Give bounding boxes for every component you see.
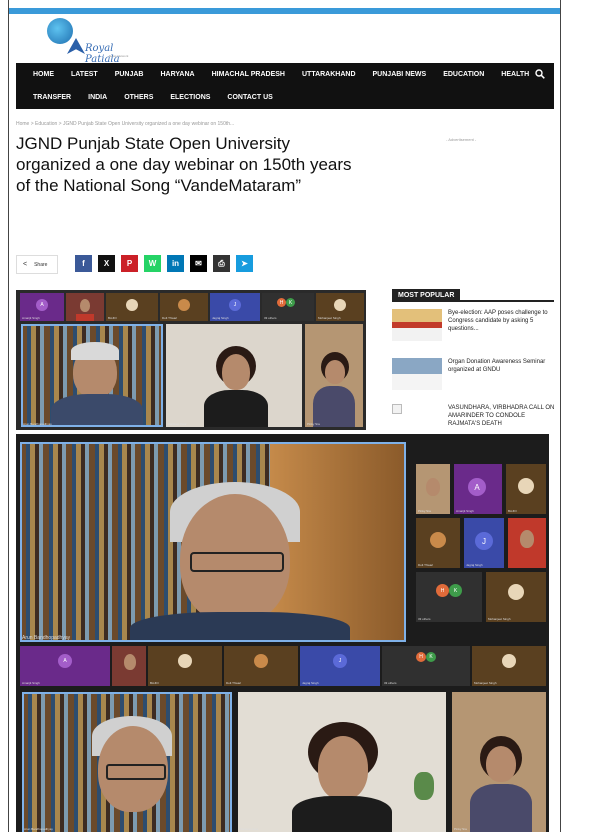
popular-item[interactable]: Organ Donation Awareness Seminar organiz… (392, 358, 554, 396)
telegram-icon[interactable]: ➤ (236, 255, 253, 272)
nav-item-punjabi-news[interactable]: PUNJABI NEWS (373, 71, 427, 78)
advertisement-label: - Advertisement - (446, 137, 477, 142)
participant-tile: H K 33 others (382, 646, 470, 686)
nav-item-health[interactable]: HEALTH (501, 71, 529, 78)
article-image-2: Arun Bandhopadhyay Pinky Sra A Amarjit S… (16, 434, 549, 832)
participant-tile: H K 33 others (416, 572, 482, 622)
participant-tile: J Jagraj Singh (300, 646, 380, 686)
x-icon[interactable]: X (98, 255, 115, 272)
nav-item-education[interactable]: EDUCATION (443, 71, 484, 78)
participant-tile: Pinky Sra (305, 324, 363, 427)
most-popular-heading: MOST POPULAR (392, 284, 554, 302)
participant-tile: Mohanjeet Singh (472, 646, 546, 686)
participant-tile: H K 33 others (262, 293, 314, 321)
participant-tile: Pinky Sra (416, 464, 450, 514)
share-label: Share (34, 261, 48, 268)
main-navigation: HOME LATEST PUNJAB HARYANA HIMACHAL PRADESH U… (16, 63, 554, 109)
participant-tile: Dolt Thwari (416, 518, 460, 568)
page-frame: Royal Patiala News Network HOME LATEST PUN… (8, 0, 561, 832)
participant-tile: Pardeep Kaur (238, 692, 446, 832)
nav-item-transfer[interactable]: TRANSFER (33, 94, 71, 101)
nav-item-uttarakhand[interactable]: UTTARAKHAND (302, 71, 356, 78)
participant-tile (66, 293, 104, 321)
breadcrumb[interactable]: Home > Education > JGND Punjab State Ope… (16, 121, 234, 127)
participant-tile: Dolt Thwari (224, 646, 298, 686)
nav-item-haryana[interactable]: HARYANA (161, 71, 195, 78)
linkedin-icon[interactable]: in (167, 255, 184, 272)
participant-tile: Dolt Thwari (160, 293, 208, 321)
participant-tile: A Amarjit Singh (20, 646, 110, 686)
nav-item-elections[interactable]: ELECTIONS (170, 94, 210, 101)
nav-item-home[interactable]: HOME (33, 71, 54, 78)
popular-thumb-image[interactable] (392, 358, 442, 390)
logo-bird-icon (67, 38, 85, 54)
search-icon[interactable] (535, 69, 545, 79)
participant-tile: BAJIO (506, 464, 546, 514)
email-icon[interactable]: ✉ (190, 255, 207, 272)
participant-tile: Mohanjeet Singh (486, 572, 546, 622)
participant-tile: BAJIO (148, 646, 222, 686)
nav-row-primary: HOME LATEST PUNJAB HARYANA HIMACHAL PRADESH U… (16, 63, 529, 86)
nav-item-latest[interactable]: LATEST (71, 71, 98, 78)
logo-tagline: News Network (109, 54, 129, 58)
popular-item[interactable]: Bye-election: AAP poses challenge to Con… (392, 309, 554, 347)
share-icon: < (23, 261, 28, 268)
participant-tile (508, 518, 546, 568)
popular-thumb-image[interactable] (392, 404, 402, 414)
article-title: JGND Punjab State Open University organi… (16, 134, 352, 195)
article-image-1: A Amarjit Singh BAJIO Dolt Thwari J Jagr… (16, 290, 366, 430)
site-logo[interactable]: Royal Patiala News Network (39, 18, 149, 65)
facebook-icon[interactable]: f (75, 255, 92, 272)
popular-item-link[interactable]: Bye-election: AAP poses challenge to Con… (448, 309, 556, 333)
participant-tile: BAJIO (106, 293, 158, 321)
nav-row-secondary: TRANSFER INDIA OTHERS ELECTIONS CONTACT US (16, 86, 273, 109)
nav-item-india[interactable]: INDIA (88, 94, 107, 101)
popular-item-link[interactable]: Organ Donation Awareness Seminar organiz… (448, 358, 556, 374)
participant-tile: J Jagraj Singh (464, 518, 504, 568)
pinterest-icon[interactable]: P (121, 255, 138, 272)
nav-item-himachal-pradesh[interactable]: HIMACHAL PRADESH (212, 71, 285, 78)
popular-item-link[interactable]: VASUNDHARA, VIRBHADRA CALL ON AMARINDER … (448, 404, 556, 428)
share-button[interactable]: < Share (16, 255, 58, 274)
popular-thumb-image[interactable] (392, 309, 442, 341)
participant-tile: J Jagraj Singh (210, 293, 260, 321)
participant-tile: A Amarjit Singh (454, 464, 502, 514)
participant-tile: Mohanjeet Singh (316, 293, 364, 321)
logo-globe-icon (47, 18, 73, 44)
nav-item-punjab[interactable]: PUNJAB (115, 71, 144, 78)
print-icon[interactable]: ⎙ (213, 255, 230, 272)
top-accent-bar (9, 8, 560, 14)
participant-tile: Pardeep Kaur (166, 324, 302, 427)
whatsapp-icon[interactable]: W (144, 255, 161, 272)
nav-item-others[interactable]: OTHERS (124, 94, 153, 101)
participant-tile: A Amarjit Singh (20, 293, 64, 321)
participant-tile: Pinky Sra (452, 692, 546, 832)
nav-item-contact-us[interactable]: CONTACT US (227, 94, 272, 101)
participant-tile (112, 646, 146, 686)
